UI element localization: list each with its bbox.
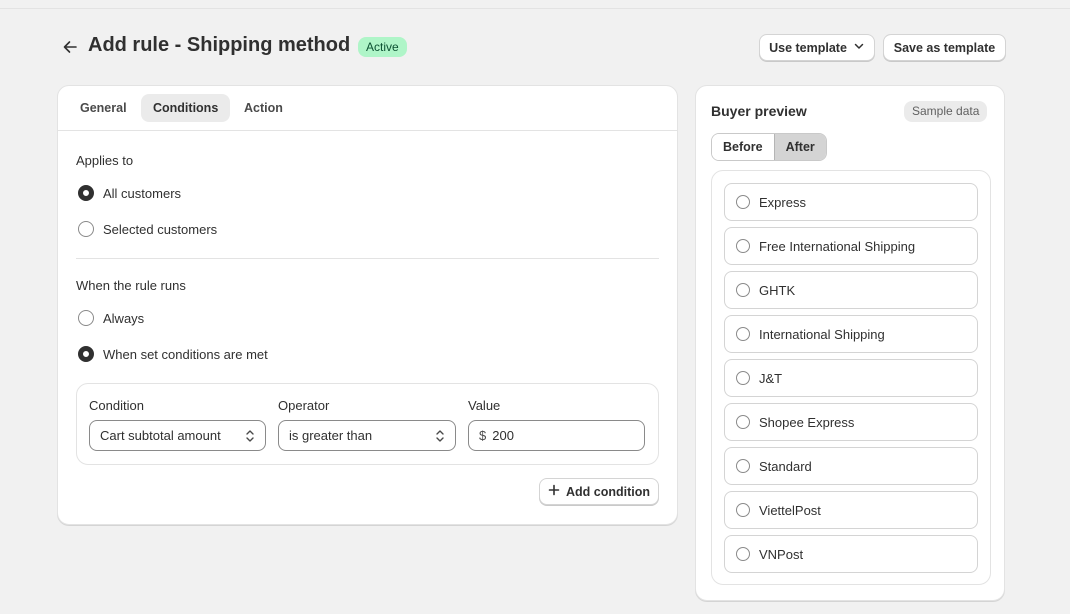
add-condition-button[interactable]: Add condition xyxy=(539,478,659,505)
top-divider xyxy=(0,8,1070,9)
radio-button[interactable] xyxy=(78,310,94,326)
tab-conditions[interactable]: Conditions xyxy=(141,94,231,122)
operator-label: Operator xyxy=(278,398,330,413)
save-template-label: Save as template xyxy=(893,40,996,55)
status-badge: Active xyxy=(358,37,407,57)
radio-label: When set conditions are met xyxy=(103,346,268,362)
rule-editor-card: General Conditions Action Applies to All… xyxy=(57,85,678,525)
radio-button[interactable] xyxy=(736,283,750,297)
condition-row: Condition Operator Value Cart subtotal a… xyxy=(76,383,659,465)
preview-title: Buyer preview xyxy=(711,103,807,119)
shipping-option[interactable]: Express xyxy=(724,183,978,221)
shipping-option-label: Free International Shipping xyxy=(759,238,916,254)
tab-action[interactable]: Action xyxy=(232,94,295,122)
shipping-option[interactable]: J&T xyxy=(724,359,978,397)
sample-data-badge: Sample data xyxy=(904,101,988,122)
rule-runs-heading: When the rule runs xyxy=(76,278,186,293)
operator-select[interactable]: is greater than xyxy=(278,420,456,451)
radio-button[interactable] xyxy=(736,459,750,473)
radio-button[interactable] xyxy=(736,503,750,517)
before-after-toggle: Before After xyxy=(711,133,827,161)
shipping-option[interactable]: International Shipping xyxy=(724,315,978,353)
condition-select-value: Cart subtotal amount xyxy=(100,428,221,443)
radio-button[interactable] xyxy=(736,547,750,561)
chevron-down-icon xyxy=(853,40,865,55)
radio-always[interactable]: Always xyxy=(78,308,144,328)
value-label: Value xyxy=(468,398,501,413)
section-divider xyxy=(76,258,659,259)
radio-button[interactable] xyxy=(736,415,750,429)
shipping-options-list: Express Free International Shipping GHTK… xyxy=(711,170,991,585)
shipping-option-label: GHTK xyxy=(759,282,796,298)
shipping-option-label: Standard xyxy=(759,458,812,474)
radio-label: Always xyxy=(103,310,145,326)
use-template-button[interactable]: Use template xyxy=(759,34,875,61)
radio-all-customers[interactable]: All customers xyxy=(78,183,181,203)
radio-button[interactable] xyxy=(736,371,750,385)
radio-button[interactable] xyxy=(78,346,94,362)
radio-label: All customers xyxy=(103,185,182,201)
condition-select[interactable]: Cart subtotal amount xyxy=(89,420,266,451)
value-input-text: 200 xyxy=(492,428,514,443)
shipping-option-label: International Shipping xyxy=(759,326,885,342)
shipping-option[interactable]: Shopee Express xyxy=(724,403,978,441)
shipping-option-label: ViettelPost xyxy=(759,502,821,518)
back-arrow-icon[interactable] xyxy=(60,37,80,57)
applies-to-heading: Applies to xyxy=(76,153,134,168)
after-button[interactable]: After xyxy=(773,134,826,160)
save-as-template-button[interactable]: Save as template xyxy=(883,34,1006,61)
use-template-label: Use template xyxy=(769,40,847,55)
add-condition-label: Add condition xyxy=(565,484,650,499)
shipping-option[interactable]: ViettelPost xyxy=(724,491,978,529)
radio-selected-customers[interactable]: Selected customers xyxy=(78,219,217,239)
tab-general[interactable]: General xyxy=(68,94,139,122)
shipping-option[interactable]: Standard xyxy=(724,447,978,485)
radio-button[interactable] xyxy=(736,327,750,341)
buyer-preview-card: Buyer preview Sample data Before After E… xyxy=(695,85,1005,601)
plus-icon xyxy=(548,484,560,499)
shipping-option[interactable]: VNPost xyxy=(724,535,978,573)
currency-prefix: $ xyxy=(479,428,487,443)
operator-select-value: is greater than xyxy=(289,428,373,443)
radio-button[interactable] xyxy=(736,195,750,209)
select-arrows-icon xyxy=(435,429,445,443)
shipping-option-label: VNPost xyxy=(759,546,804,562)
shipping-option-label: Shopee Express xyxy=(759,414,855,430)
page-title: Add rule - Shipping method xyxy=(88,34,351,56)
shipping-option[interactable]: GHTK xyxy=(724,271,978,309)
before-button[interactable]: Before xyxy=(712,134,774,160)
radio-button[interactable] xyxy=(78,221,94,237)
condition-label: Condition xyxy=(89,398,144,413)
shipping-option-label: J&T xyxy=(759,370,783,386)
radio-conditions-met[interactable]: When set conditions are met xyxy=(78,344,268,364)
value-input[interactable]: $ 200 xyxy=(468,420,645,451)
tab-bar: General Conditions Action xyxy=(58,86,677,131)
shipping-option[interactable]: Free International Shipping xyxy=(724,227,978,265)
shipping-option-label: Express xyxy=(759,194,806,210)
radio-button[interactable] xyxy=(736,239,750,253)
radio-label: Selected customers xyxy=(103,221,218,237)
select-arrows-icon xyxy=(245,429,255,443)
radio-button[interactable] xyxy=(78,185,94,201)
